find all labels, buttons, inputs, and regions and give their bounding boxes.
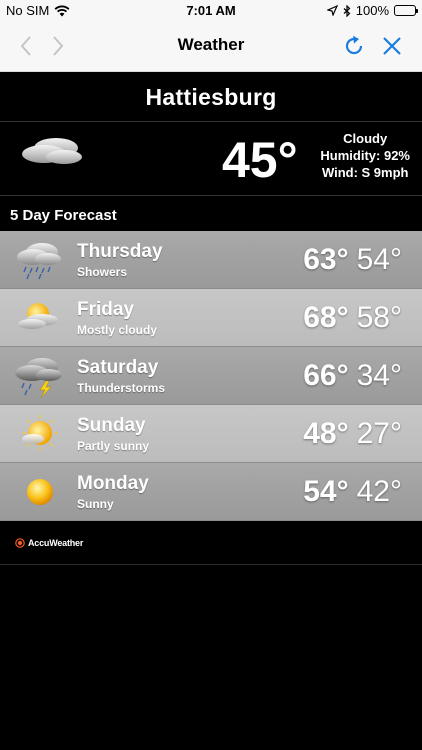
forecast-day: Sunday <box>77 415 146 436</box>
forecast-high: 54° <box>303 475 349 508</box>
current-wind: Wind: S 9mph <box>321 165 409 180</box>
location-arrow-icon <box>326 5 338 16</box>
forecast-condition: Mostly cloudy <box>77 323 158 337</box>
sunny-icon <box>27 479 53 505</box>
refresh-button[interactable] <box>340 32 368 60</box>
accuweather-logo-icon <box>15 538 25 548</box>
forecast-condition: Partly sunny <box>77 439 150 453</box>
forecast-condition: Sunny <box>77 497 114 511</box>
status-bar: No SIM 7:01 AM 100% <box>0 0 422 22</box>
forecast-row-sunday: Sunday Partly sunny 48° 27° <box>0 405 422 463</box>
forecast-low: 58° <box>356 301 402 334</box>
forecast-temps: 68° 58° <box>303 301 402 335</box>
current-condition: Cloudy <box>343 131 388 146</box>
forecast-row-monday: Monday Sunny 54° 42° <box>0 463 422 521</box>
showers-icon <box>17 243 61 280</box>
forecast-day: Saturday <box>77 357 159 378</box>
forecast-header: 5 Day Forecast <box>0 196 422 231</box>
city-header: Hattiesburg <box>0 72 422 122</box>
bluetooth-icon <box>343 4 351 17</box>
navigation-bar: Weather <box>0 22 422 72</box>
forecast-day: Thursday <box>77 241 163 262</box>
forecast-low: 27° <box>356 417 402 450</box>
forecast-high: 48° <box>303 417 349 450</box>
close-button[interactable] <box>378 32 406 60</box>
forecast-day: Friday <box>77 299 135 320</box>
current-details: Cloudy Humidity: 92% Wind: S 9mph <box>320 130 410 181</box>
forecast-condition: Thunderstorms <box>77 381 166 395</box>
forecast-temps: 48° 27° <box>303 417 402 451</box>
mostly-cloudy-icon <box>18 303 58 329</box>
current-temperature: 45° <box>222 132 298 188</box>
battery-percent: 100% <box>355 3 389 18</box>
partly-sunny-icon <box>22 415 58 451</box>
forecast-row-thursday: Thursday Showers 63° 54° <box>0 231 422 289</box>
forecast-list: Thursday Showers 63° 54° Friday Mostly cl… <box>0 231 422 521</box>
footer: AccuWeather <box>0 521 422 565</box>
refresh-icon <box>345 35 363 55</box>
forecast-row-saturday: Saturday Thunderstorms 66° 34° <box>0 347 422 405</box>
forecast-high: 66° <box>303 359 349 392</box>
forecast-high: 63° <box>303 243 349 276</box>
cloudy-icon <box>22 138 82 164</box>
forecast-low: 34° <box>356 359 402 392</box>
forecast-day: Monday <box>77 473 149 494</box>
city-name: Hattiesburg <box>145 84 277 110</box>
close-icon <box>383 37 401 55</box>
forecast-high: 68° <box>303 301 349 334</box>
forecast-title: 5 Day Forecast <box>10 207 117 224</box>
forecast-temps: 54° 42° <box>303 475 402 509</box>
forecast-low: 42° <box>356 475 402 508</box>
forecast-low: 54° <box>356 243 402 276</box>
forecast-row-friday: Friday Mostly cloudy 68° 58° <box>0 289 422 347</box>
accuweather-label: AccuWeather <box>28 538 84 548</box>
accuweather-link[interactable]: AccuWeather <box>15 538 83 548</box>
battery-icon <box>394 5 418 16</box>
current-humidity: Humidity: 92% <box>320 148 410 163</box>
forecast-temps: 63° 54° <box>303 243 402 277</box>
forecast-condition: Showers <box>77 265 128 279</box>
thunderstorm-icon <box>15 358 62 399</box>
current-conditions: 45° Cloudy Humidity: 92% Wind: S 9mph <box>0 122 422 196</box>
forecast-temps: 66° 34° <box>303 359 402 393</box>
status-right: 100% <box>326 3 418 18</box>
